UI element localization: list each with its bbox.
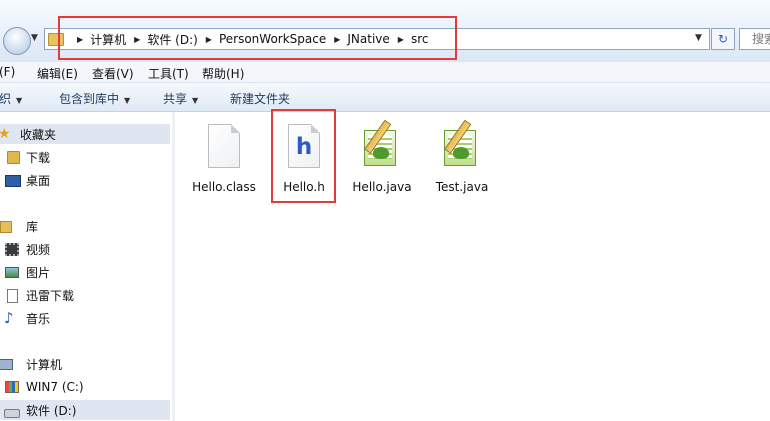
drive-icon <box>4 403 20 418</box>
navigation-pane: ★ 收藏夹 下载 桌面 库 视频 图片 迅雷下载 ♪ 音乐 计算机 WIN7 (… <box>0 112 173 421</box>
notepad-java-icon <box>362 119 402 172</box>
downloads-folder-icon <box>4 150 20 164</box>
menu-help[interactable]: 帮助(H) <box>202 65 244 82</box>
include-in-library-label: 包含到库中 <box>59 92 120 106</box>
document-icon <box>4 288 20 303</box>
search-input[interactable]: 搜索 <box>739 28 770 50</box>
desktop-icon <box>4 173 21 187</box>
nav-item-downloads[interactable]: 下载 <box>0 147 170 167</box>
nav-label: WIN7 (C:) <box>26 380 84 394</box>
file-highlight-box <box>271 109 336 203</box>
chevron-down-icon: ▼ <box>16 96 23 105</box>
nav-item-drive-c[interactable]: WIN7 (C:) <box>0 377 170 397</box>
new-folder-button[interactable]: 新建文件夹 <box>230 90 290 107</box>
nav-label: 视频 <box>26 242 51 257</box>
chevron-down-icon: ▼ <box>192 96 199 105</box>
video-icon <box>4 242 20 256</box>
nav-label: 桌面 <box>26 173 51 188</box>
nav-item-drive-d[interactable]: 软件 (D:) <box>0 400 170 420</box>
address-history-chevron-down-icon[interactable]: ▼ <box>695 33 702 43</box>
organize-button[interactable]: 织 ▼ <box>0 90 22 107</box>
file-name: Test.java <box>435 180 489 194</box>
windows-drive-icon <box>4 380 20 394</box>
menu-file[interactable]: (F) <box>0 65 15 79</box>
refresh-button[interactable]: ↻ <box>711 28 735 50</box>
organize-label: 织 <box>0 92 12 106</box>
share-label: 共享 <box>163 92 188 106</box>
nav-item-libraries[interactable]: 库 <box>0 216 170 236</box>
nav-label: 图片 <box>26 265 51 280</box>
nav-label: 音乐 <box>26 311 51 326</box>
share-button[interactable]: 共享 ▼ <box>163 90 198 107</box>
menu-bar: (F) 编辑(E) 查看(V) 工具(T) 帮助(H) <box>0 62 770 83</box>
menu-edit[interactable]: 编辑(E) <box>37 65 78 82</box>
nav-scrollbar[interactable] <box>172 112 175 421</box>
file-item-hello-class[interactable]: Hello.class <box>187 124 261 194</box>
recent-pages-chevron-down-icon[interactable]: ▼ <box>31 33 38 43</box>
back-button[interactable] <box>3 27 31 55</box>
address-highlight-box <box>58 16 457 60</box>
nav-label: 下载 <box>26 150 51 165</box>
file-item-test-java[interactable]: Test.java <box>425 119 499 194</box>
include-in-library-button[interactable]: 包含到库中 ▼ <box>59 90 130 107</box>
star-icon: ★ <box>0 126 11 142</box>
computer-icon <box>0 357 20 371</box>
nav-item-videos[interactable]: 视频 <box>0 239 170 259</box>
command-bar: 织 ▼ 包含到库中 ▼ 共享 ▼ 新建文件夹 <box>0 83 770 112</box>
nav-item-desktop[interactable]: 桌面 <box>0 170 170 190</box>
menu-view[interactable]: 查看(V) <box>92 65 134 82</box>
music-note-icon: ♪ <box>4 309 14 327</box>
nav-label: 软件 (D:) <box>26 403 77 418</box>
nav-item-favorites[interactable]: ★ 收藏夹 <box>0 124 170 144</box>
nav-label: 收藏夹 <box>20 127 57 142</box>
nav-item-thunder-downloads[interactable]: 迅雷下载 <box>0 285 170 305</box>
file-name: Hello.class <box>192 180 256 194</box>
library-icon <box>0 219 20 233</box>
file-item-hello-java[interactable]: Hello.java <box>345 119 419 194</box>
nav-label: 库 <box>26 219 39 234</box>
nav-label: 迅雷下载 <box>26 288 75 303</box>
nav-item-computer[interactable]: 计算机 <box>0 354 170 374</box>
menu-tools[interactable]: 工具(T) <box>148 65 189 82</box>
nav-item-music[interactable]: ♪ 音乐 <box>0 308 170 328</box>
blank-file-icon <box>204 124 244 172</box>
chevron-down-icon: ▼ <box>124 96 131 105</box>
file-list: Hello.class h Hello.h Hello.java Test.ja… <box>176 112 770 421</box>
nav-label: 计算机 <box>26 357 63 372</box>
address-toolbar: ▼ ▶ 计算机 ▶ 软件 (D:) ▶ PersonWorkSpace ▶ JN… <box>0 0 770 62</box>
nav-item-pictures[interactable]: 图片 <box>0 262 170 282</box>
notepad-java-icon <box>442 119 482 172</box>
picture-icon <box>4 265 20 279</box>
file-name: Hello.java <box>352 180 412 194</box>
